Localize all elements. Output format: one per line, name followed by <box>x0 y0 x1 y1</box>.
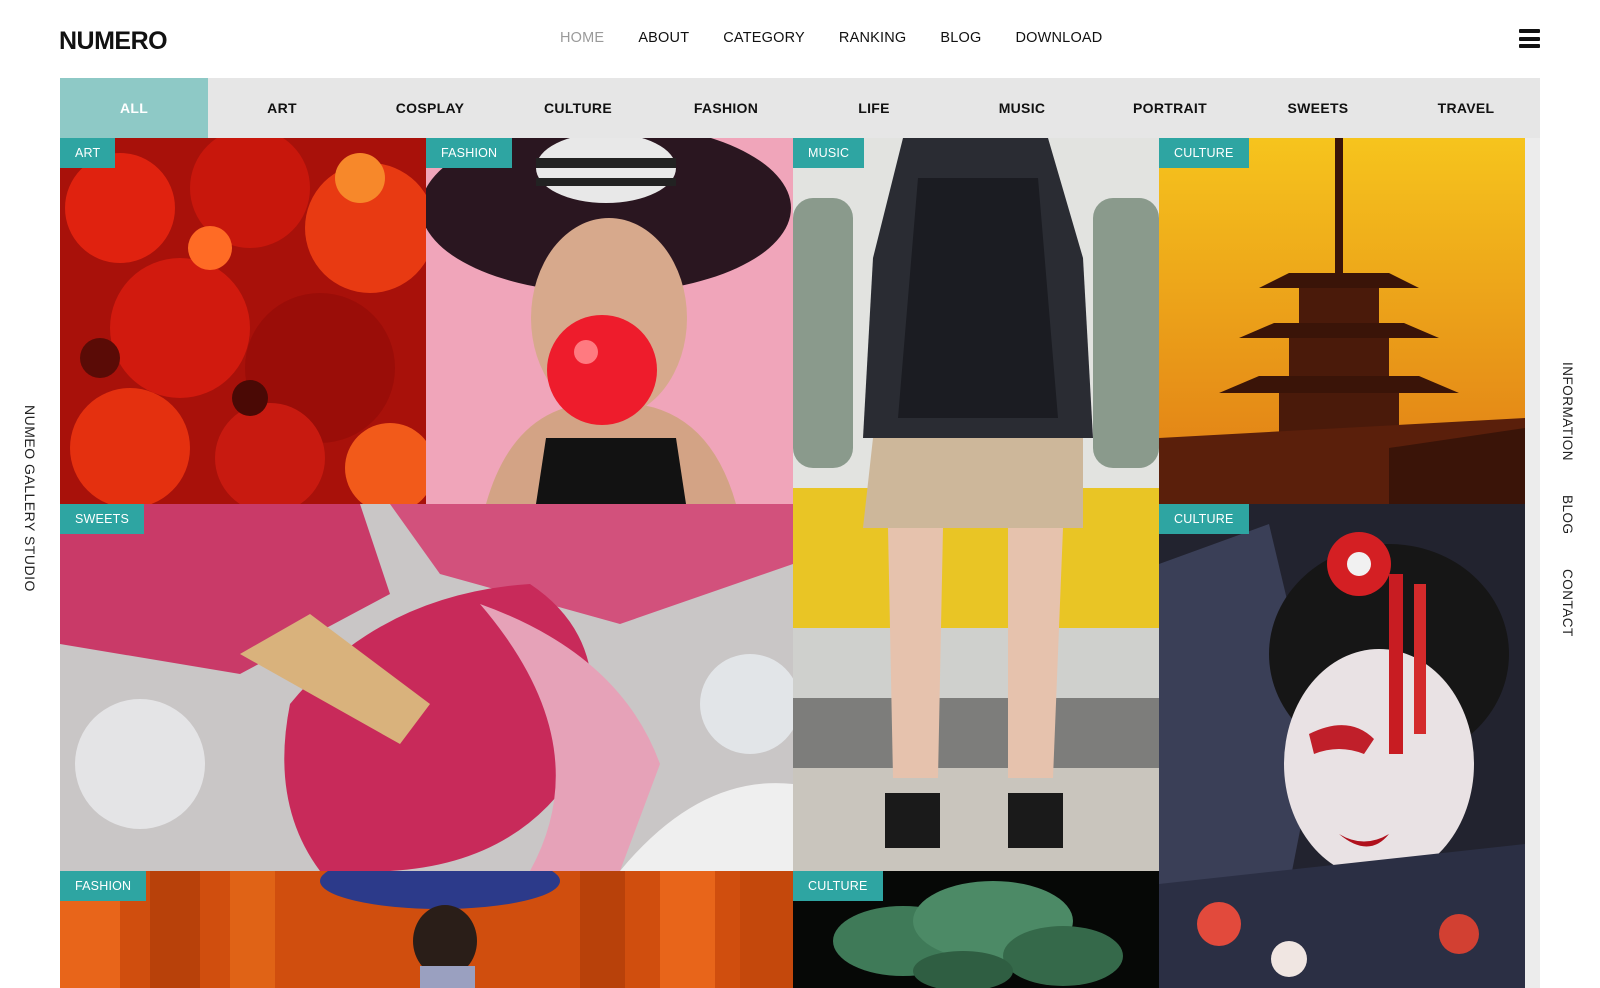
gallery-tile-torii[interactable]: FASHION <box>60 871 793 988</box>
hamburger-line <box>1519 29 1540 33</box>
category-tag[interactable]: MUSIC <box>793 138 865 168</box>
category-life[interactable]: LIFE <box>800 78 948 138</box>
category-tag[interactable]: FASHION <box>426 138 513 168</box>
category-travel[interactable]: TRAVEL <box>1392 78 1540 138</box>
category-all[interactable]: ALL <box>60 78 208 138</box>
nav-about[interactable]: ABOUT <box>638 30 689 46</box>
category-cosplay[interactable]: COSPLAY <box>356 78 504 138</box>
pagoda-image <box>1159 138 1525 504</box>
nav-download[interactable]: DOWNLOAD <box>1015 30 1102 46</box>
side-nav-information[interactable]: INFORMATION <box>1560 362 1575 461</box>
category-tag[interactable]: FASHION <box>60 871 147 901</box>
site-logo[interactable]: NUMERO <box>59 27 168 56</box>
nav-category[interactable]: CATEGORY <box>723 30 805 46</box>
hamburger-menu-icon[interactable] <box>1519 29 1540 48</box>
category-filter-bar: ALL ART COSPLAY CULTURE FASHION LIFE MUS… <box>60 78 1540 138</box>
side-nav: INFORMATION BLOG CONTACT <box>1560 362 1575 636</box>
category-tag[interactable]: CULTURE <box>1159 504 1249 534</box>
category-music[interactable]: MUSIC <box>948 78 1096 138</box>
gallery-tile-backpack-girl[interactable]: MUSIC <box>793 138 1159 871</box>
side-nav-blog[interactable]: BLOG <box>1560 495 1575 535</box>
category-fashion[interactable]: FASHION <box>652 78 800 138</box>
side-nav-contact[interactable]: CONTACT <box>1560 569 1575 637</box>
hamburger-line <box>1519 36 1540 41</box>
gallery-tile-pagoda[interactable]: CULTURE <box>1159 138 1525 504</box>
category-tag[interactable]: CULTURE <box>1159 138 1249 168</box>
main-nav: HOME ABOUT CATEGORY RANKING BLOG DOWNLOA… <box>560 30 1136 46</box>
nav-blog[interactable]: BLOG <box>940 30 981 46</box>
nav-home[interactable]: HOME <box>560 30 604 46</box>
category-portrait[interactable]: PORTRAIT <box>1096 78 1244 138</box>
scrollbar[interactable] <box>1525 138 1540 988</box>
backpack-girl-image <box>793 138 1159 871</box>
hat-woman-image <box>426 138 793 504</box>
category-sweets[interactable]: SWEETS <box>1244 78 1392 138</box>
geisha-image <box>1159 504 1525 988</box>
hamburger-line <box>1519 44 1540 48</box>
maple-leaves-image <box>60 138 426 504</box>
torii-gates-image <box>60 871 793 988</box>
category-tag[interactable]: SWEETS <box>60 504 144 534</box>
studio-vertical-label: NUMEO GALLERY STUDIO <box>22 405 38 592</box>
gallery-tile-ice-pops[interactable]: SWEETS <box>60 504 793 871</box>
ice-pops-image <box>60 504 793 871</box>
gallery-tile-geisha[interactable]: CULTURE <box>1159 504 1525 988</box>
gallery-grid: ART FASHION MUSIC CULTURE SWEETS CULTURE… <box>60 138 1525 988</box>
category-culture[interactable]: CULTURE <box>504 78 652 138</box>
gallery-tile-plant[interactable]: CULTURE <box>793 871 1159 988</box>
gallery-tile-maple[interactable]: ART <box>60 138 426 504</box>
nav-ranking[interactable]: RANKING <box>839 30 906 46</box>
category-art[interactable]: ART <box>208 78 356 138</box>
gallery-tile-hat-woman[interactable]: FASHION <box>426 138 793 504</box>
category-tag[interactable]: CULTURE <box>793 871 883 901</box>
category-tag[interactable]: ART <box>60 138 116 168</box>
